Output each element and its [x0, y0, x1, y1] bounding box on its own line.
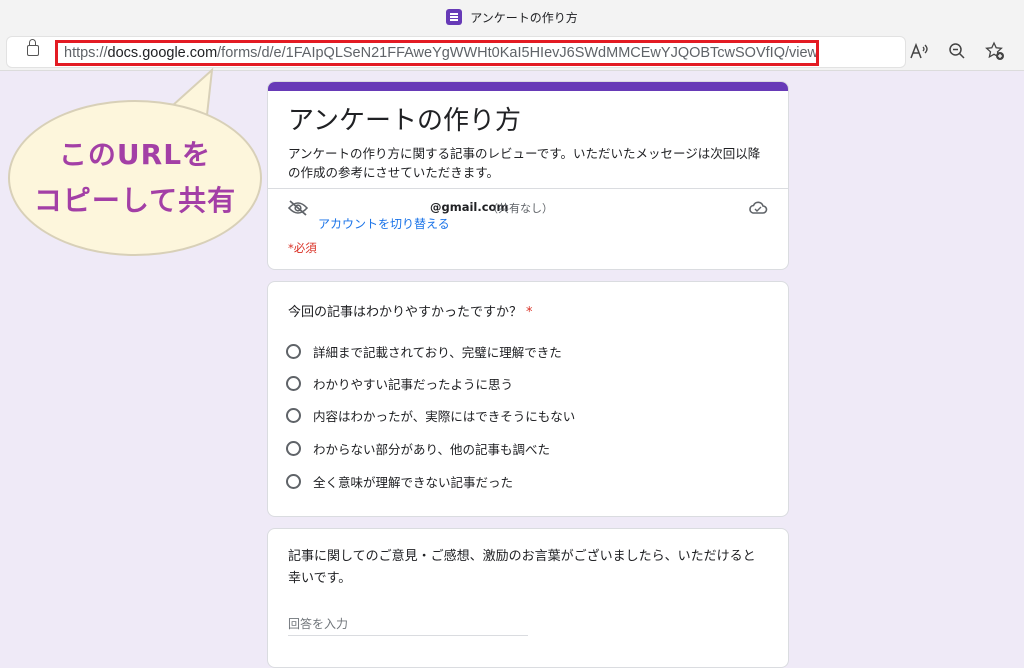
option-3[interactable]: 内容はわかったが、実際にはできそうにもない — [286, 404, 575, 426]
callout-bubble: このURLを コピーして共有 — [8, 100, 262, 256]
option-5[interactable]: 全く意味が理解できない記事だった — [286, 470, 513, 492]
radio-button[interactable] — [286, 440, 301, 456]
radio-button[interactable] — [286, 407, 301, 423]
option-4[interactable]: わからない部分があり、他の記事も調べた — [286, 437, 550, 459]
question-2-title: 記事に関してのご意見・ご感想、激励のお言葉がございましたら、いただけると幸いです… — [288, 549, 756, 586]
window-title: アンケートの作り方 — [470, 10, 578, 25]
callout-line-1: このURLを — [58, 138, 212, 171]
url-host: docs.google.com — [107, 45, 218, 61]
share-status: （共有なし） — [487, 202, 553, 215]
callout-line-2: コピーして共有 — [33, 184, 237, 217]
visibility-off-icon — [287, 200, 309, 220]
answer-input[interactable] — [288, 613, 528, 636]
cloud-saved-icon[interactable] — [748, 200, 768, 220]
google-forms-icon — [446, 9, 463, 25]
add-favorite-icon[interactable] — [984, 40, 1006, 62]
form-title: アンケートの作り方 — [288, 106, 521, 136]
required-note: *必須 — [288, 241, 317, 255]
url-field[interactable]: https://docs.google.com/forms/d/e/1FAIpQ… — [55, 40, 819, 66]
lock-icon[interactable] — [27, 39, 39, 56]
switch-account-link[interactable]: アカウントを切り替える — [318, 215, 450, 232]
form-description: アンケートの作り方に関する記事のレビューです。いただいたメッセージは次回以降の作… — [288, 146, 761, 180]
url-prefix: https:// — [64, 45, 108, 61]
option-label: 内容はわかったが、実際にはできそうにもない — [313, 408, 576, 424]
window-titlebar: アンケートの作り方 — [0, 0, 1024, 34]
option-label: わかりやすい記事だったように思う — [313, 376, 514, 392]
radio-button[interactable] — [286, 343, 301, 359]
question-card-1: 今回の記事はわかりやすかったですか？ * 詳細まで記載されており、完璧に理解できた… — [267, 281, 789, 517]
option-1[interactable]: 詳細まで記載されており、完璧に理解できた — [286, 340, 562, 362]
address-bar[interactable]: https://docs.google.com/forms/d/e/1FAIpQ… — [6, 36, 906, 68]
url-path: /forms/d/e/1FAIpQLSeN21FFAweYgWWHt0KaI5H… — [217, 45, 819, 61]
question-card-2: 記事に関してのご意見・ご感想、激励のお言葉がございましたら、いただけると幸いです… — [267, 528, 789, 668]
required-mark: * — [526, 305, 533, 320]
form-accent-bar — [268, 82, 788, 91]
toolbar-icons — [908, 40, 1006, 62]
option-2[interactable]: わかりやすい記事だったように思う — [286, 372, 513, 394]
question-1-title: 今回の記事はわかりやすかったですか？ * — [288, 301, 533, 320]
radio-button[interactable] — [286, 473, 301, 489]
header-divider — [268, 188, 788, 189]
option-label: 全く意味が理解できない記事だった — [313, 474, 514, 490]
question-1-text: 今回の記事はわかりやすかったですか？ — [288, 305, 523, 320]
form-header-card: アンケートの作り方 アンケートの作り方に関する記事のレビューです。いただいたメッ… — [267, 81, 789, 270]
option-label: わからない部分があり、他の記事も調べた — [313, 441, 551, 457]
read-aloud-icon[interactable] — [908, 40, 930, 62]
radio-button[interactable] — [286, 375, 301, 391]
zoom-out-icon[interactable] — [946, 40, 968, 62]
option-label: 詳細まで記載されており、完璧に理解できた — [313, 344, 562, 360]
